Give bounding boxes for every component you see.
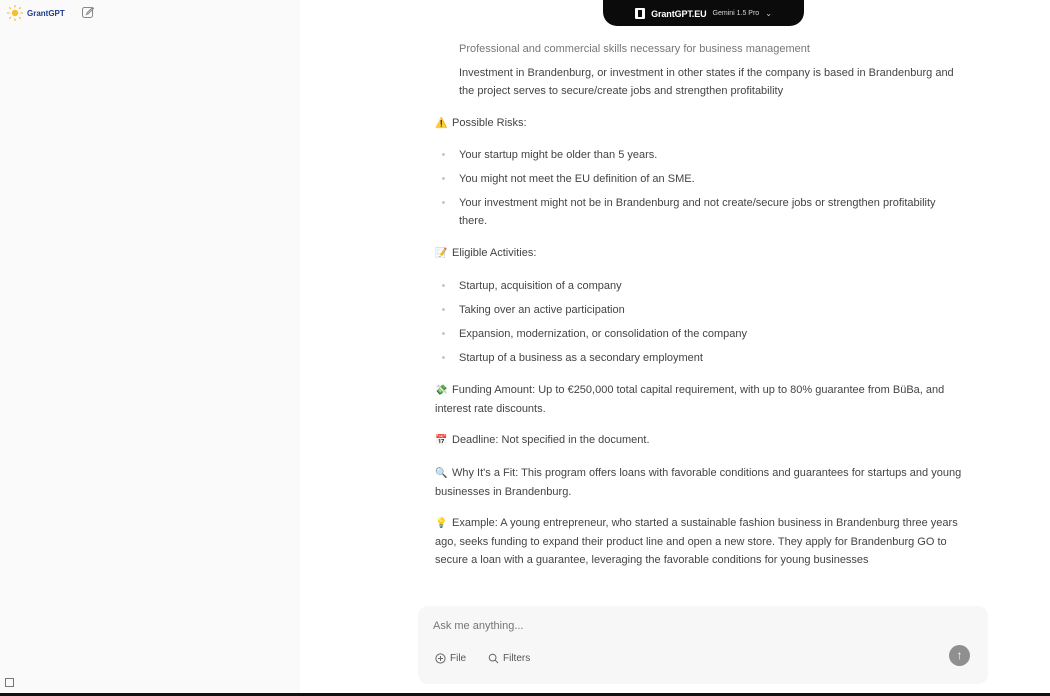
model-selector-brand: GrantGPT.EU: [651, 8, 707, 19]
bullet-dot: [442, 153, 445, 156]
magnifier-icon: 🔍: [435, 468, 448, 479]
calendar-icon: 📅: [435, 435, 448, 446]
search-icon: [488, 653, 499, 664]
file-button-label: File: [450, 653, 467, 664]
app-logo-text: GrantGPT: [27, 8, 65, 18]
list-item: Expansion, modernization, or consolidati…: [442, 325, 959, 343]
model-selector-model: Gemini 1.5 Pro: [712, 10, 760, 17]
new-chat-edit-icon[interactable]: [81, 5, 95, 19]
arrow-up-icon: ↑: [956, 648, 963, 662]
list-item: Investment in Brandenburg, or investment…: [459, 67, 954, 97]
funding-paragraph: 💸 Funding Amount: Up to €250,000 total ca…: [435, 384, 945, 415]
model-selector[interactable]: GrantGPT.EU Gemini 1.5 Pro ⌄: [603, 0, 804, 26]
list-item: Taking over an active participation: [442, 301, 959, 319]
chat-input[interactable]: [433, 620, 933, 632]
bullet-dot: [442, 356, 445, 359]
list-item: You might not meet the EU definition of …: [442, 170, 959, 188]
activities-heading: 📝 Eligible Activities:: [435, 244, 975, 263]
bullet-dot: [442, 201, 445, 204]
bullet-dot: [442, 332, 445, 335]
lightbulb-icon: 💡: [435, 518, 448, 529]
sidebar: GrantGPT: [0, 0, 300, 694]
file-button[interactable]: File: [435, 653, 466, 664]
list-item: Your investment might not be in Brandenb…: [442, 194, 959, 230]
bullet-dot: [442, 308, 445, 311]
list-item: Professional and commercial skills neces…: [459, 43, 810, 55]
plus-circle-icon: [435, 653, 446, 664]
filters-button[interactable]: Filters: [488, 653, 530, 664]
send-button[interactable]: ↑: [949, 645, 970, 666]
bullet-dot: [442, 284, 445, 287]
filters-button-label: Filters: [503, 653, 531, 664]
risks-heading: ⚠️ Possible Risks:: [435, 114, 975, 133]
example-paragraph: 💡 Example: A young entrepreneur, who star…: [435, 517, 958, 566]
chat-composer: File Filters ↑: [418, 606, 988, 684]
memo-icon: 📝: [435, 248, 448, 259]
fit-paragraph: 🔍 Why It's a Fit: This program offers loa…: [435, 467, 962, 498]
list-item: Startup, acquisition of a company: [442, 277, 959, 295]
app-logo[interactable]: GrantGPT: [6, 4, 65, 22]
list-item: Your startup might be older than 5 years…: [442, 146, 959, 164]
money-icon: 💸: [435, 385, 448, 396]
chevron-down-icon: ⌄: [765, 9, 772, 18]
deadline-paragraph: 📅 Deadline: Not specified in the document…: [435, 431, 975, 450]
warning-icon: ⚠️: [435, 118, 448, 129]
sun-logo-icon: [7, 5, 23, 21]
sidebar-toggle-icon[interactable]: [5, 678, 14, 687]
bullet-dot: [442, 177, 445, 180]
book-icon: [635, 8, 646, 19]
list-item: Startup of a business as a secondary emp…: [442, 349, 959, 367]
